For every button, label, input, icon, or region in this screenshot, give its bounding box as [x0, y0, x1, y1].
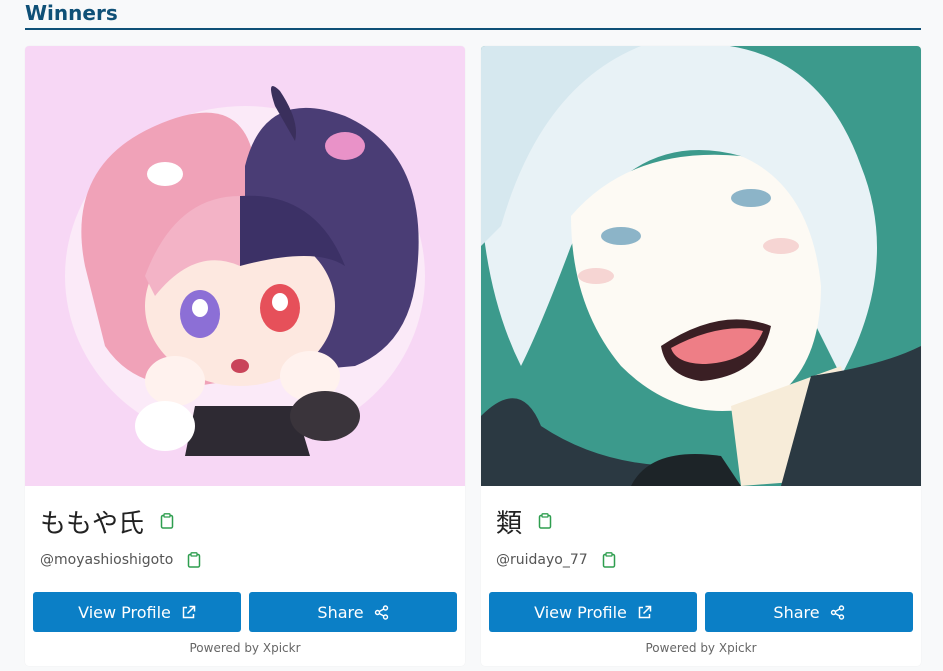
title-divider	[25, 28, 921, 30]
winner-name-row: 類	[496, 501, 552, 541]
winner-card: 類 @ruidayo_77 View Profile Share Powered…	[481, 46, 921, 666]
view-profile-button[interactable]: View Profile	[33, 592, 241, 632]
view-profile-label: View Profile	[78, 602, 171, 622]
winner-handle: @ruidayo_77	[496, 552, 588, 568]
winner-display-name: 類	[496, 508, 523, 539]
share-button[interactable]: Share	[705, 592, 913, 632]
powered-by-text: Powered by Xpickr	[645, 641, 757, 655]
share-icon	[374, 604, 389, 620]
clipboard-icon[interactable]	[187, 552, 201, 568]
winner-handle: @moyashioshigoto	[40, 552, 174, 568]
section-title: Winners	[25, 1, 118, 25]
view-profile-button[interactable]: View Profile	[489, 592, 697, 632]
winner-avatar-art	[25, 46, 465, 486]
share-label: Share	[317, 602, 364, 622]
clipboard-icon[interactable]	[602, 552, 616, 568]
external-link-icon	[181, 605, 196, 620]
winner-handle-row: @moyashioshigoto	[40, 548, 201, 572]
winner-avatar-art	[481, 46, 921, 486]
view-profile-label: View Profile	[534, 602, 627, 622]
clipboard-icon[interactable]	[160, 513, 174, 529]
winner-name-row: ももや氏	[40, 501, 174, 541]
powered-by-text: Powered by Xpickr	[189, 641, 301, 655]
winner-card: ももや氏 @moyashioshigoto View Profile Share…	[25, 46, 465, 666]
winner-handle-row: @ruidayo_77	[496, 548, 616, 572]
clipboard-icon[interactable]	[538, 513, 552, 529]
external-link-icon	[637, 605, 652, 620]
winner-display-name: ももや氏	[40, 508, 145, 539]
share-label: Share	[773, 602, 820, 622]
share-icon	[830, 604, 845, 620]
share-button[interactable]: Share	[249, 592, 457, 632]
